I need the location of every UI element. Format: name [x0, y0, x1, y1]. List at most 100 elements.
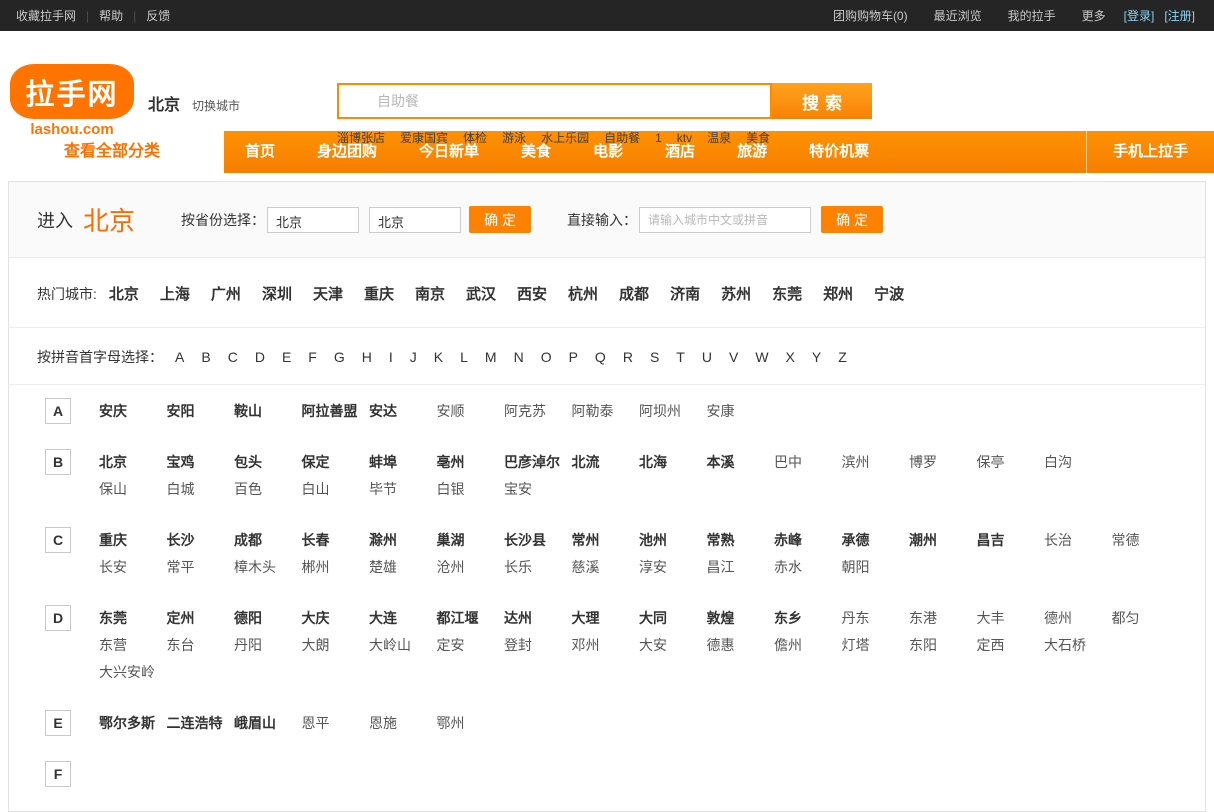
topbar-link[interactable]: 我的拉手	[995, 7, 1069, 24]
city-link[interactable]: 保山	[99, 479, 167, 499]
city-link[interactable]: 慈溪	[572, 557, 640, 577]
city-link[interactable]: 安庆	[99, 401, 167, 421]
city-link[interactable]: 大理	[572, 608, 640, 628]
pinyin-letter[interactable]: M	[485, 349, 497, 365]
city-link[interactable]: 东阳	[909, 635, 977, 655]
city-link[interactable]: 阿拉善盟	[302, 401, 370, 421]
city-link[interactable]: 德阳	[234, 608, 302, 628]
city-link[interactable]: 樟木头	[234, 557, 302, 577]
pinyin-letter[interactable]: F	[308, 349, 317, 365]
pinyin-letter[interactable]: X	[786, 349, 795, 365]
city-link[interactable]: 登封	[504, 635, 572, 655]
city-link[interactable]: 常熟	[707, 530, 775, 550]
city-link[interactable]: 北京	[99, 452, 167, 472]
pinyin-letter[interactable]: L	[460, 349, 468, 365]
pinyin-letter[interactable]: T	[676, 349, 685, 365]
confirm-province-button[interactable]: 确 定	[469, 206, 531, 233]
pinyin-letter[interactable]: D	[255, 349, 265, 365]
city-link[interactable]: 承德	[842, 530, 910, 550]
hot-keyword-link[interactable]: 自助餐	[604, 131, 640, 145]
city-link[interactable]: 长乐	[504, 557, 572, 577]
confirm-direct-button[interactable]: 确 定	[821, 206, 883, 233]
city-link[interactable]: 大丰	[977, 608, 1045, 628]
pinyin-letter[interactable]: P	[569, 349, 578, 365]
city-link[interactable]: 定西	[977, 635, 1045, 655]
hot-keyword-link[interactable]: 淄博张店	[337, 131, 385, 145]
city-link[interactable]: 都匀	[1112, 608, 1180, 628]
hot-keyword-link[interactable]: ktv	[677, 131, 692, 145]
city-link[interactable]: 博罗	[909, 452, 977, 472]
city-link[interactable]: 二连浩特	[167, 713, 235, 733]
city-link[interactable]: 东港	[909, 608, 977, 628]
city-link[interactable]: 巢湖	[437, 530, 505, 550]
topbar-link[interactable]: 帮助	[89, 7, 133, 24]
topbar-link[interactable]: [注册]	[1159, 7, 1200, 24]
city-link[interactable]: 阿勒泰	[572, 401, 640, 421]
pinyin-letter[interactable]: C	[228, 349, 238, 365]
city-select[interactable]: 北京	[369, 207, 461, 233]
city-link[interactable]: 安达	[369, 401, 437, 421]
city-link[interactable]: 毕节	[369, 479, 437, 499]
mobile-app-link[interactable]: 手机上拉手	[1086, 131, 1214, 173]
city-link[interactable]: 朝阳	[842, 557, 910, 577]
city-link[interactable]: 阿克苏	[504, 401, 572, 421]
city-link[interactable]: 达州	[504, 608, 572, 628]
city-link[interactable]: 白沟	[1044, 452, 1112, 472]
city-link[interactable]: 潮州	[909, 530, 977, 550]
city-link[interactable]: 长春	[302, 530, 370, 550]
city-link[interactable]: 大兴安岭	[99, 662, 167, 682]
city-link[interactable]: 滨州	[842, 452, 910, 472]
switch-city-link[interactable]: 切换城市	[192, 97, 240, 114]
city-link[interactable]: 宝安	[504, 479, 572, 499]
city-link[interactable]: 丹阳	[234, 635, 302, 655]
city-link[interactable]: 丹东	[842, 608, 910, 628]
hot-city-link[interactable]: 西安	[517, 286, 547, 303]
pinyin-letter[interactable]: W	[755, 349, 768, 365]
enter-city-link[interactable]: 北京	[83, 201, 135, 238]
pinyin-letter[interactable]: S	[650, 349, 659, 365]
city-link[interactable]: 东营	[99, 635, 167, 655]
hot-city-link[interactable]: 上海	[160, 286, 190, 303]
city-link[interactable]: 峨眉山	[234, 713, 302, 733]
city-link[interactable]: 重庆	[99, 530, 167, 550]
city-link[interactable]: 长安	[99, 557, 167, 577]
hot-city-link[interactable]: 南京	[415, 286, 445, 303]
topbar-link[interactable]: 收藏拉手网	[14, 7, 86, 24]
province-select[interactable]: 北京	[267, 207, 359, 233]
city-link[interactable]: 德惠	[707, 635, 775, 655]
city-link[interactable]: 大连	[369, 608, 437, 628]
city-link[interactable]: 德州	[1044, 608, 1112, 628]
city-link[interactable]: 阿坝州	[639, 401, 707, 421]
hot-city-link[interactable]: 成都	[619, 286, 649, 303]
city-link[interactable]: 保亭	[977, 452, 1045, 472]
city-link[interactable]: 赤峰	[774, 530, 842, 550]
city-link[interactable]: 鄂尔多斯	[99, 713, 167, 733]
city-link[interactable]: 常州	[572, 530, 640, 550]
city-link[interactable]: 定安	[437, 635, 505, 655]
pinyin-letter[interactable]: U	[702, 349, 712, 365]
city-link[interactable]: 灯塔	[842, 635, 910, 655]
city-link[interactable]: 池州	[639, 530, 707, 550]
topbar-link[interactable]: 反馈	[136, 7, 180, 24]
city-link[interactable]: 安阳	[167, 401, 235, 421]
city-link[interactable]: 滁州	[369, 530, 437, 550]
city-link[interactable]: 都江堰	[437, 608, 505, 628]
city-link[interactable]: 长治	[1044, 530, 1112, 550]
city-link[interactable]: 常平	[167, 557, 235, 577]
city-link[interactable]: 邓州	[572, 635, 640, 655]
hot-keyword-link[interactable]: 体检	[463, 131, 487, 145]
city-link[interactable]: 北流	[572, 452, 640, 472]
hot-keyword-link[interactable]: 水上乐园	[541, 131, 589, 145]
city-link[interactable]: 东莞	[99, 608, 167, 628]
pinyin-letter[interactable]: G	[334, 349, 345, 365]
city-link[interactable]: 恩平	[302, 713, 370, 733]
city-link[interactable]: 大安	[639, 635, 707, 655]
pinyin-letter[interactable]: J	[410, 349, 417, 365]
pinyin-letter[interactable]: O	[541, 349, 552, 365]
city-link[interactable]: 鞍山	[234, 401, 302, 421]
city-link[interactable]: 淳安	[639, 557, 707, 577]
city-link[interactable]: 楚雄	[369, 557, 437, 577]
city-link[interactable]: 大岭山	[369, 635, 437, 655]
hot-city-link[interactable]: 郑州	[823, 286, 853, 303]
hot-city-link[interactable]: 杭州	[568, 286, 598, 303]
